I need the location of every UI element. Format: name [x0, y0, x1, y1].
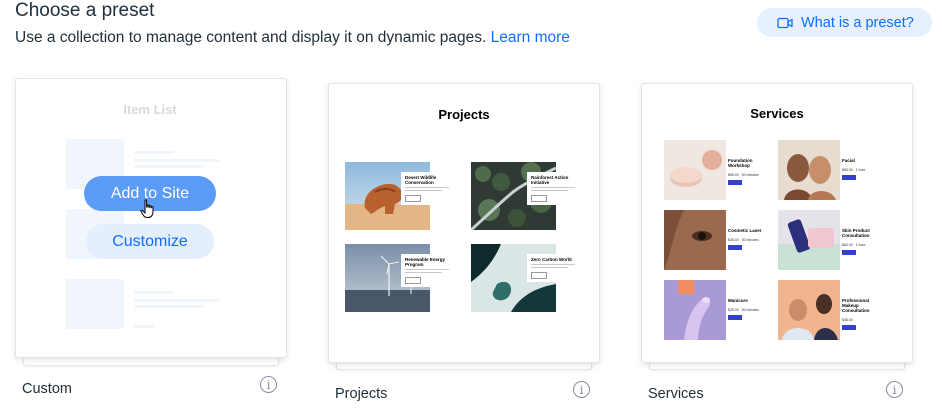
- placeholder-line: [134, 291, 174, 294]
- placeholder-line: [134, 159, 220, 162]
- placeholder-line: [134, 151, 174, 154]
- service-price: $45.00: [842, 318, 853, 322]
- project-item-title: Zero Carbon World: [531, 257, 572, 262]
- text-line: [405, 187, 449, 189]
- projects-preview-title: Projects: [438, 107, 490, 122]
- info-icon[interactable]: i: [886, 381, 903, 398]
- project-item-title: Rainforest Action Initiative: [531, 175, 569, 185]
- service-item-text: Foundation Workshop $55.00 30 minutes: [728, 158, 764, 185]
- preset-label-services: Services: [648, 386, 704, 402]
- skin-closeup-image: [664, 210, 726, 270]
- project-item-text: Zero Carbon World: [527, 254, 579, 283]
- service-item-title: Professional Makeup Consultation: [842, 298, 870, 313]
- book-now-button: [842, 175, 856, 180]
- service-item-text: Professional Makeup Consultation $45.00: [842, 298, 878, 330]
- placeholder-line: [134, 325, 154, 328]
- book-now-button: [728, 180, 742, 185]
- cosmetic-powder-image: [664, 140, 726, 200]
- subtitle-text: Use a collection to manage content and d…: [15, 29, 487, 46]
- info-icon[interactable]: i: [573, 381, 590, 398]
- project-item-text: Desert Wildlife Conservation: [401, 172, 453, 206]
- product-bottles-image: [778, 210, 840, 270]
- service-item-text: Cosmetic Laser $35.00 30 minutes: [728, 228, 764, 250]
- book-now-button: [842, 325, 856, 330]
- page-title: Choose a preset: [15, 0, 155, 21]
- project-item-title: Desert Wildlife Conservation: [405, 175, 437, 185]
- service-item-title: Skin Product Consultation: [842, 228, 870, 238]
- placeholder-line: [134, 305, 204, 308]
- read-more-button: [405, 195, 421, 203]
- service-price: $95.00 1 hour: [842, 168, 866, 172]
- service-item-text: Facial $95.00 1 hour: [842, 158, 878, 180]
- read-more-button: [531, 195, 547, 203]
- hand-pointer-icon: [140, 199, 154, 218]
- service-item-text: Skin Product Consultation $60.00 1 hour: [842, 228, 878, 255]
- video-icon: [777, 17, 793, 28]
- service-price: $60.00 1 hour: [842, 243, 866, 247]
- service-item-title: Foundation Workshop: [728, 158, 753, 168]
- preset-label-custom: Custom: [22, 381, 72, 397]
- text-line: [531, 264, 575, 266]
- read-more-button: [405, 277, 421, 285]
- service-price: $25.00 30 minutes: [728, 308, 759, 312]
- project-item-title: Renewable Energy Program: [405, 257, 446, 267]
- placeholder-image: [66, 279, 124, 329]
- page-subtitle: Use a collection to manage content and d…: [15, 29, 570, 47]
- service-price: $55.00 30 minutes: [728, 173, 759, 177]
- book-now-button: [728, 245, 742, 250]
- text-line: [405, 190, 443, 192]
- preset-label-projects: Projects: [335, 386, 388, 402]
- service-item-text: Manicure $25.00 30 minutes: [728, 298, 764, 320]
- text-line: [405, 269, 449, 271]
- learn-more-link[interactable]: Learn more: [491, 29, 570, 46]
- service-item-title: Manicure: [728, 298, 748, 303]
- models-smiling-image: [778, 140, 840, 200]
- service-price: $35.00 30 minutes: [728, 238, 759, 242]
- custom-preview-title: Item List: [123, 102, 177, 117]
- text-line: [405, 272, 443, 274]
- nails-image: [664, 280, 726, 340]
- text-line: [531, 190, 569, 192]
- services-preview-title: Services: [750, 106, 804, 121]
- text-line: [531, 267, 569, 269]
- project-item-text: Renewable Energy Program: [401, 254, 453, 288]
- project-item-text: Rainforest Action Initiative: [527, 172, 579, 206]
- read-more-button: [531, 272, 547, 280]
- projects-card-preview[interactable]: Projects Desert Wildlife Conservation Ra…: [328, 83, 600, 363]
- book-now-button: [728, 315, 742, 320]
- text-line: [531, 187, 575, 189]
- info-icon[interactable]: i: [260, 376, 277, 393]
- what-is-preset-label: What is a preset?: [801, 14, 914, 31]
- placeholder-line: [134, 165, 204, 168]
- service-item-title: Cosmetic Laser: [728, 228, 762, 233]
- makeup-artist-image: [778, 280, 840, 340]
- service-item-title: Facial: [842, 158, 855, 163]
- book-now-button: [842, 250, 856, 255]
- services-card-preview[interactable]: Services Foundation Workshop $55.00 30 m…: [641, 83, 913, 363]
- placeholder-line: [134, 299, 220, 302]
- customize-button[interactable]: Customize: [86, 224, 214, 259]
- what-is-preset-button[interactable]: What is a preset?: [757, 8, 932, 37]
- custom-card-preview[interactable]: Item List Add to Site Customize: [15, 78, 287, 358]
